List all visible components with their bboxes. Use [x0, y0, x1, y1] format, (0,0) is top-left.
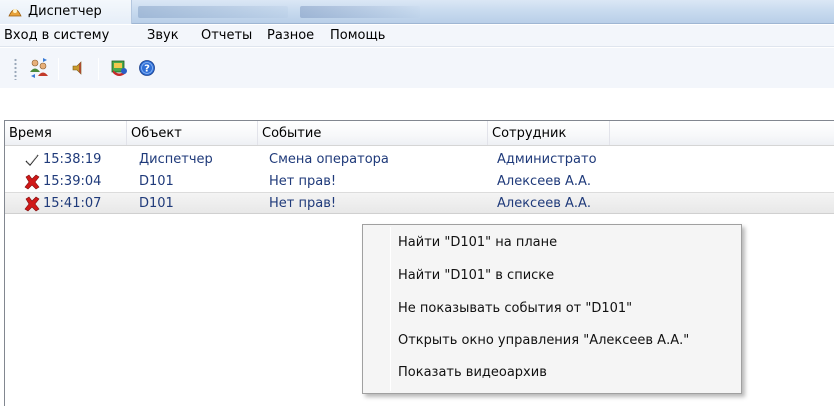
- cell-event: Смена оператора: [269, 152, 389, 167]
- table-row-selected[interactable]: 15:41:07 D101 Нет прав! Алексеев А.А.: [5, 192, 834, 214]
- help-button[interactable]: ?: [134, 56, 160, 80]
- cell-object: D101: [139, 174, 174, 189]
- table-row[interactable]: 15:39:04 D101 Нет прав! Алексеев А.А.: [5, 171, 834, 193]
- table-header: Время Объект Событие Сотрудник: [5, 121, 834, 146]
- menu-help[interactable]: Помощь: [330, 28, 385, 43]
- column-header-object[interactable]: Объект: [127, 121, 258, 145]
- column-header-employee[interactable]: Сотрудник: [488, 121, 610, 145]
- toolbar-separator: [98, 58, 99, 80]
- window-title: Диспетчер: [28, 4, 102, 19]
- toolbar-separator: [58, 58, 59, 80]
- toolbar: ?: [0, 48, 834, 88]
- menu-bar: Вход в систему Звук Отчеты Разное Помощь: [0, 25, 834, 47]
- map-icon: [111, 60, 127, 76]
- cell-time: 15:38:19: [43, 152, 102, 167]
- cell-employee: Алексеев А.А.: [497, 174, 592, 189]
- red-x-icon: [24, 174, 40, 190]
- users-switch-button[interactable]: [26, 56, 52, 80]
- cell-object: Диспетчер: [139, 152, 213, 167]
- sound-button[interactable]: [66, 56, 92, 80]
- context-menu-item-video-archive[interactable]: Показать видеоархив: [398, 365, 547, 380]
- blurred-titlebar-area: [138, 6, 288, 18]
- menu-misc[interactable]: Разное: [267, 28, 314, 43]
- cell-object: D101: [139, 196, 174, 211]
- cell-event: Нет прав!: [269, 196, 337, 211]
- cell-time: 15:41:07: [43, 196, 102, 211]
- context-menu-item-open-control[interactable]: Открыть окно управления "Алексеев А.А.": [398, 333, 689, 348]
- toolbar-grip[interactable]: [14, 58, 17, 80]
- menu-login[interactable]: Вход в систему: [4, 28, 109, 43]
- users-switch-icon: [30, 58, 48, 78]
- window-title-tab[interactable]: Диспетчер: [0, 0, 132, 24]
- column-header-time[interactable]: Время: [5, 121, 127, 145]
- cell-event: Нет прав!: [269, 174, 337, 189]
- menu-reports[interactable]: Отчеты: [201, 28, 252, 43]
- cell-time: 15:39:04: [43, 174, 102, 189]
- table-row[interactable]: 15:38:19 Диспетчер Смена оператора Админ…: [5, 149, 834, 171]
- help-icon: ?: [139, 60, 155, 76]
- cell-employee: Администрато: [497, 152, 597, 167]
- speaker-icon: [72, 61, 82, 75]
- context-menu: Найти "D101" на плане Найти "D101" в спи…: [362, 224, 742, 394]
- app-icon: [8, 9, 22, 17]
- svg-text:?: ?: [144, 64, 150, 75]
- checkmark-icon: [25, 154, 39, 167]
- context-menu-gutter: [390, 227, 391, 391]
- red-x-icon: [24, 196, 40, 212]
- column-header-event[interactable]: Событие: [258, 121, 488, 145]
- context-menu-item-find-on-plan[interactable]: Найти "D101" на плане: [398, 235, 557, 250]
- menu-sound[interactable]: Звук: [147, 28, 179, 43]
- window-titlebar: Диспетчер: [0, 0, 834, 24]
- cell-employee: Алексеев А.А.: [497, 196, 592, 211]
- context-menu-item-hide-events[interactable]: Не показывать события от "D101": [398, 301, 632, 316]
- map-button[interactable]: [106, 56, 132, 80]
- blurred-titlebar-area-2: [300, 6, 420, 18]
- context-menu-item-find-in-list[interactable]: Найти "D101" в списке: [398, 268, 554, 283]
